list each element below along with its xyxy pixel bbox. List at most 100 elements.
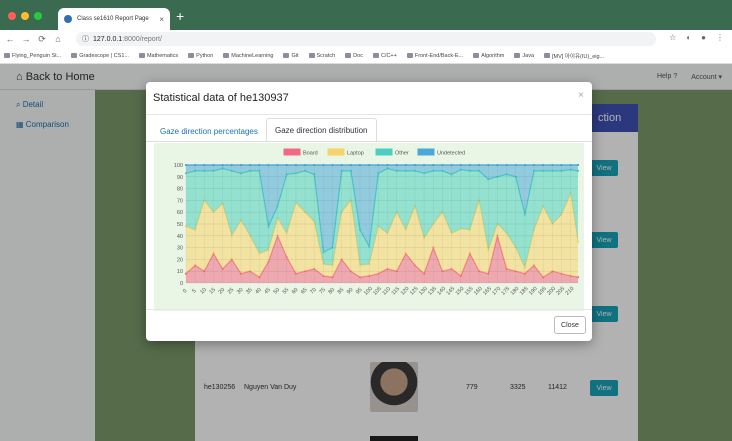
bookmark-label: Mathematics	[146, 52, 179, 59]
minimize-window-button[interactable]	[21, 12, 29, 20]
tab-gaze-distribution[interactable]: Gaze direction distribution	[266, 118, 377, 141]
browser-tab[interactable]: Class se1610 Report Page ×	[58, 8, 170, 30]
tab-gaze-percentages[interactable]: Gaze direction percentages	[160, 127, 258, 136]
y-tick-label: 0	[180, 281, 183, 287]
folder-icon	[544, 53, 551, 58]
chart-canvas: Board Laptop Other Undetected01020304050607…	[174, 148, 580, 297]
bookmark-item[interactable]: Mathematics	[138, 52, 179, 59]
folder-icon	[473, 53, 480, 58]
bookmark-label: Flying_Penguin St...	[12, 52, 62, 59]
bookmark-item[interactable]: Front-End/Back-E...	[406, 52, 464, 59]
profile-icon[interactable]: ●	[701, 33, 706, 42]
y-tick-label: 10	[177, 269, 183, 275]
globe-icon	[64, 15, 72, 23]
folder-icon	[345, 53, 352, 58]
reload-icon[interactable]: ⟳	[36, 34, 48, 45]
close-icon[interactable]: ×	[578, 90, 584, 101]
x-tick-label: 55	[282, 287, 291, 296]
bookmark-item[interactable]: C/C++	[372, 52, 397, 59]
browser-actions: ☆ ◐ ● ⋮	[669, 33, 724, 42]
x-tick-label: 90	[346, 287, 355, 296]
x-tick-label: 75	[318, 287, 327, 296]
bookmark-item[interactable]: Git	[283, 52, 299, 59]
x-tick-label: 50	[273, 287, 282, 296]
y-tick-label: 40	[177, 234, 183, 240]
bookmark-label: C/C++	[380, 52, 397, 59]
close-button[interactable]: Close	[554, 316, 586, 334]
folder-icon	[308, 53, 315, 58]
address-bar-row: ← → ⟳ ⌂ ⓘ 127.0.0.1:8000/report/ ☆ ◐ ● ⋮	[0, 30, 732, 48]
bookmark-item[interactable]: Python	[188, 53, 213, 59]
folder-icon	[283, 53, 290, 58]
x-tick-label: 80	[328, 287, 337, 296]
legend-label: Other	[395, 151, 409, 157]
y-tick-label: 30	[177, 246, 183, 252]
extension-icon[interactable]: ◐	[686, 33, 691, 42]
bookmark-item[interactable]: Algorithm	[473, 53, 504, 59]
y-tick-label: 70	[177, 198, 183, 204]
menu-kebab-icon[interactable]: ⋮	[716, 33, 724, 42]
folder-icon	[372, 53, 379, 58]
x-tick-label: 15	[208, 287, 217, 296]
bookmark-label: Front-End/Back-E...	[414, 52, 464, 59]
divider	[146, 114, 592, 115]
bookmark-label: Git	[291, 52, 299, 59]
app-window: ⌂ Back to Home Help ? Account ▾ ⌕ Detail…	[0, 64, 732, 441]
y-tick-label: 20	[177, 257, 183, 263]
x-tick-label: 25	[227, 287, 236, 296]
statistics-modal: Statistical data of he130937 × Gaze dire…	[146, 82, 592, 341]
new-tab-button[interactable]: +	[176, 9, 184, 23]
bookmark-item[interactable]: MachineLearning	[223, 53, 273, 59]
x-tick-label: 10	[199, 287, 208, 296]
star-icon[interactable]: ☆	[669, 33, 676, 42]
url-input[interactable]: ⓘ 127.0.0.1:8000/report/	[76, 32, 656, 46]
bookmark-item[interactable]: Java	[514, 53, 534, 59]
x-tick-label: 0	[182, 288, 188, 294]
x-tick-label: 65	[300, 287, 309, 296]
bookmark-item[interactable]: [MV] 아이유(IU)_eig...	[544, 52, 604, 60]
gaze-distribution-chart: Board Laptop Other Undetected 0 10 20 30 40 50 60 7…	[154, 143, 584, 311]
bookmark-label: Java	[522, 52, 535, 59]
bookmark-label: Scratch	[316, 52, 336, 59]
close-window-button[interactable]	[8, 12, 16, 20]
bookmark-label: [MV] 아이유(IU)_eig...	[552, 53, 605, 60]
legend-swatch	[327, 148, 345, 156]
bookmarks-bar: Flying_Penguin St... Gradescope | CS1... M…	[0, 48, 732, 64]
bookmark-label: Doc	[353, 52, 363, 59]
legend-swatch	[417, 148, 435, 156]
x-tick-label: 70	[309, 287, 318, 296]
browser-tab-title: Class se1610 Report Page	[77, 16, 149, 22]
back-arrow-icon[interactable]: ←	[4, 34, 16, 44]
bookmark-item[interactable]: Scratch	[308, 52, 336, 59]
x-tick-label: 95	[355, 287, 364, 296]
x-tick-label: 60	[291, 287, 300, 296]
browser-tab-strip: Class se1610 Report Page × +	[0, 0, 732, 30]
folder-icon	[188, 53, 195, 58]
x-tick-label: 85	[337, 287, 346, 296]
home-icon[interactable]: ⌂	[52, 34, 64, 44]
bookmark-label: Algorithm	[481, 52, 505, 59]
y-tick-label: 50	[177, 222, 183, 228]
bookmark-item[interactable]: Doc	[345, 53, 363, 59]
folder-icon	[4, 53, 10, 58]
maximize-window-button[interactable]	[34, 12, 42, 20]
bookmark-item[interactable]: Gradescope | CS1...	[71, 53, 129, 59]
window-controls	[8, 12, 42, 20]
url-path: :8000/report/	[122, 35, 162, 43]
bookmark-label: MachineLearning	[231, 52, 274, 59]
folder-icon	[406, 53, 413, 58]
x-tick-label: 40	[254, 287, 263, 296]
divider	[146, 141, 592, 142]
legend-label: Laptop	[347, 151, 364, 157]
bookmark-label: Gradescope | CS1...	[79, 52, 129, 59]
legend-swatch	[283, 148, 301, 156]
x-tick-label: 5	[191, 288, 197, 294]
x-tick-label: 20	[218, 287, 227, 296]
legend-swatch	[375, 148, 393, 156]
folder-icon	[223, 53, 230, 58]
url-host: 127.0.0.1	[93, 35, 123, 43]
close-tab-icon[interactable]: ×	[159, 15, 164, 24]
x-tick-label: 35	[245, 287, 254, 296]
forward-arrow-icon[interactable]: →	[20, 34, 32, 44]
bookmark-item[interactable]: Flying_Penguin St...	[4, 53, 61, 59]
